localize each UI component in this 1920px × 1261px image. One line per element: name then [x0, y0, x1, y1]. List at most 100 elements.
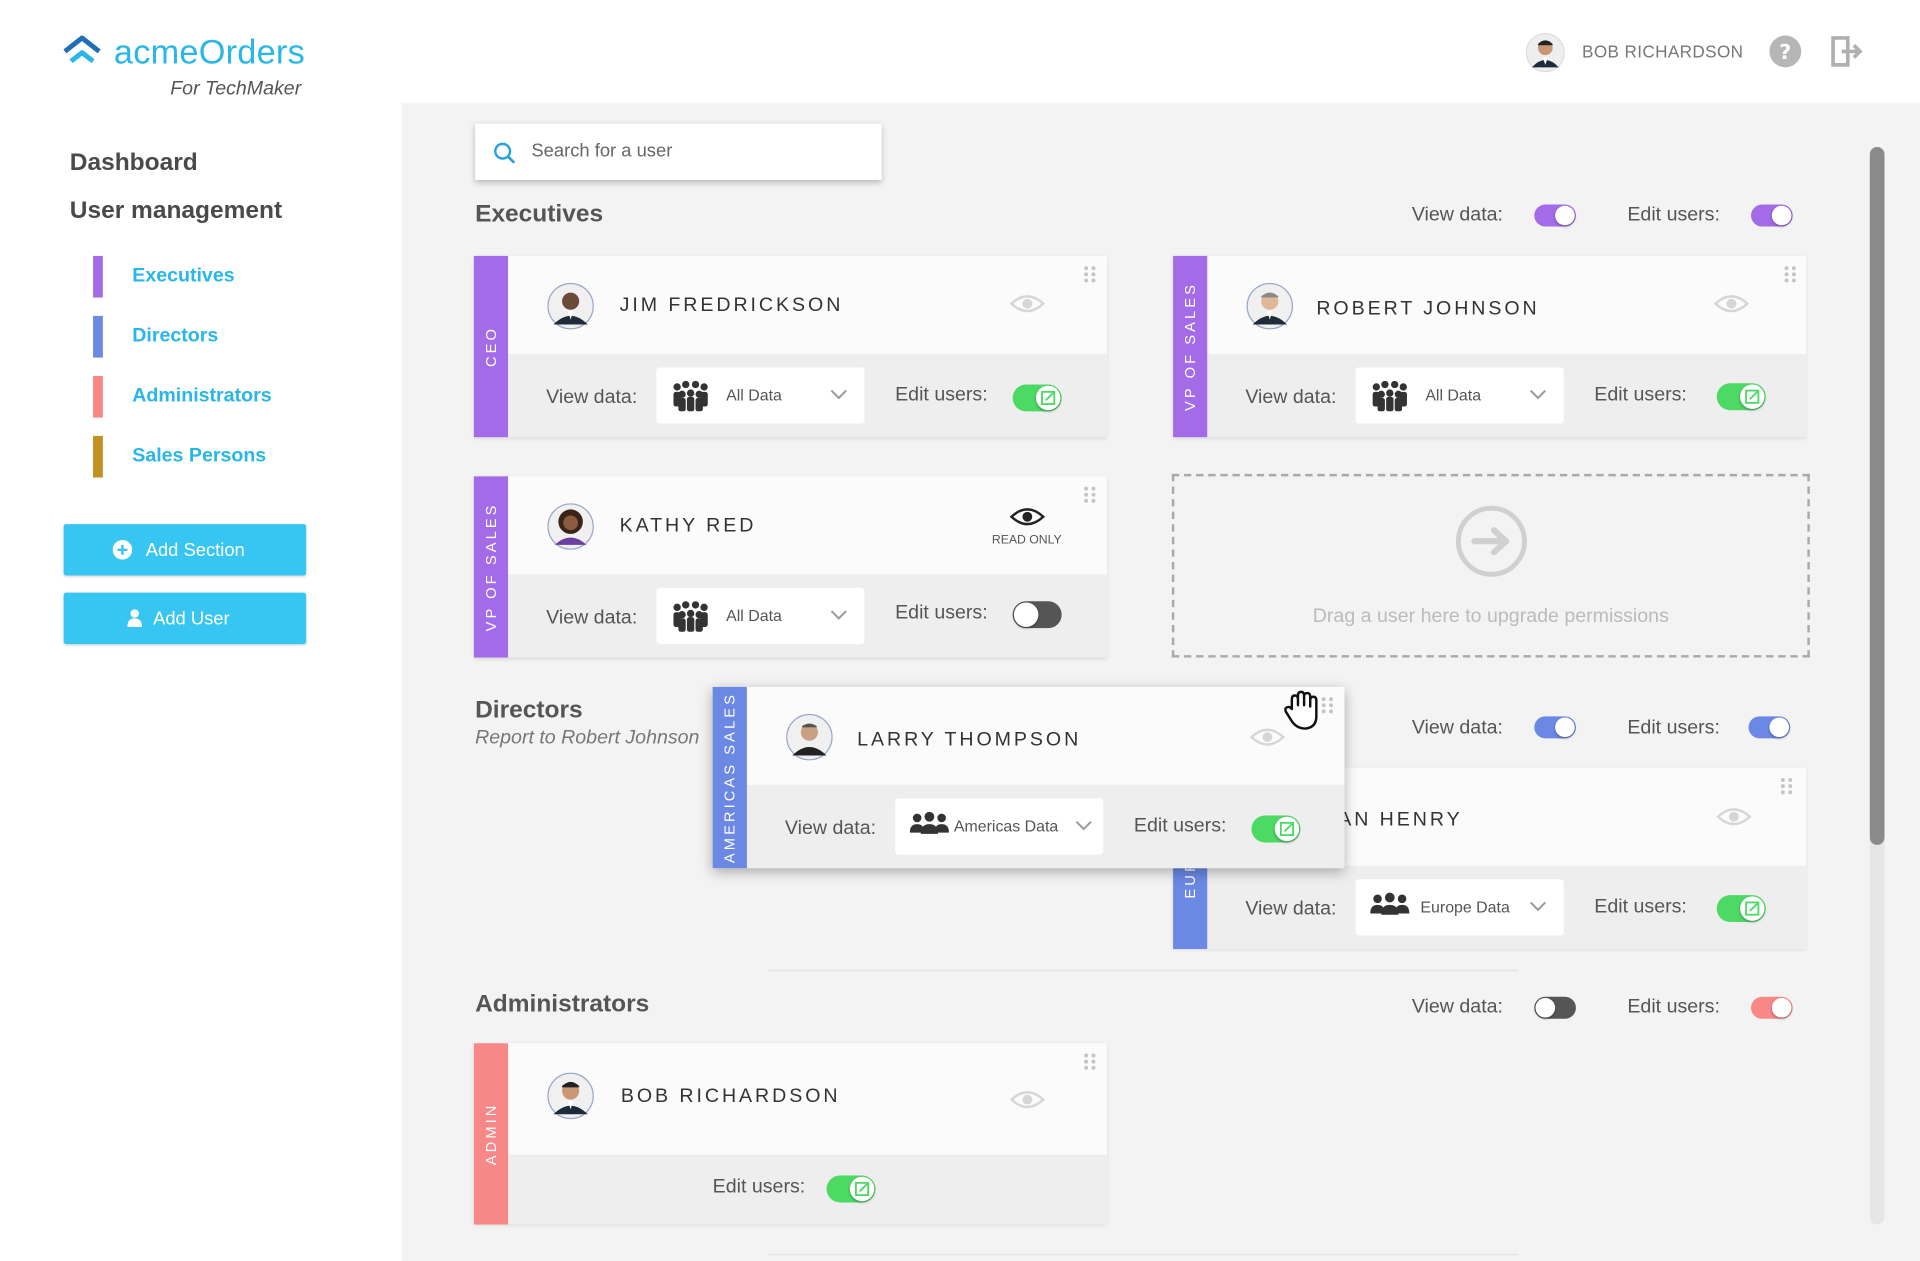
- view-data-dropdown[interactable]: Europe Data: [1355, 879, 1564, 936]
- sidebar-item-label: Executives: [132, 265, 235, 287]
- upgrade-drop-zone[interactable]: Drag a user here to upgrade permissions: [1171, 473, 1810, 658]
- scrollbar-thumb[interactable]: [1869, 146, 1885, 845]
- chevron-down-icon: [830, 610, 847, 620]
- chevron-down-icon: [830, 389, 847, 400]
- user-card-kathy-red[interactable]: VP OF SALES KATHY RED READ ONLY View dat…: [473, 476, 1107, 658]
- eye-icon[interactable]: [1009, 506, 1046, 528]
- section-view-data-label: View data:: [1411, 717, 1503, 739]
- section-color-bar: [93, 255, 103, 298]
- sidebar-item-label: Administrators: [132, 385, 272, 407]
- role-tag: VP OF SALES: [473, 476, 509, 658]
- directors-view-data-toggle[interactable]: [1534, 716, 1576, 739]
- view-data-value: Americas Data: [953, 816, 1059, 836]
- drag-handle-icon[interactable]: [1082, 1052, 1097, 1072]
- view-data-value: Europe Data: [1420, 897, 1510, 916]
- view-data-value: All Data: [726, 385, 782, 405]
- eye-icon[interactable]: [1713, 293, 1750, 315]
- view-data-value: All Data: [1425, 385, 1482, 405]
- sidebar-item-administrators[interactable]: Administrators: [93, 375, 387, 418]
- user-card-bob-richardson[interactable]: ADMIN BOB RICHARDSON Edit users:: [473, 1043, 1107, 1225]
- section-color-bar: [93, 435, 103, 478]
- drag-handle-icon[interactable]: [1082, 485, 1097, 505]
- edit-users-label: Edit users:: [1594, 896, 1687, 918]
- user-card-jim-fredrickson[interactable]: CEO JIM FREDRICKSON View data: All Data …: [473, 255, 1107, 438]
- section-title-directors: Directors: [475, 696, 583, 724]
- section-divider: [767, 969, 1519, 972]
- view-data-value: All Data: [726, 606, 782, 625]
- view-data-dropdown[interactable]: All Data: [1355, 367, 1564, 424]
- role-tag: ADMIN: [473, 1043, 509, 1225]
- sidebar-item-executives[interactable]: Executives: [93, 255, 387, 298]
- user-name[interactable]: BOB RICHARDSON: [1582, 42, 1743, 62]
- eye-icon[interactable]: [1716, 806, 1753, 828]
- view-data-label: View data:: [1245, 386, 1337, 408]
- section-divider: [767, 1253, 1519, 1256]
- sidebar-item-label: Directors: [132, 325, 219, 347]
- user-name: IAN HENRY: [1329, 809, 1463, 831]
- directors-edit-users-toggle[interactable]: [1748, 716, 1791, 739]
- edit-icon: [1279, 821, 1294, 837]
- edit-icon: [1745, 389, 1760, 404]
- administrators-edit-users-toggle[interactable]: [1751, 996, 1793, 1019]
- role-tag: AMERICAS SALES: [712, 686, 747, 869]
- avatar: [1246, 282, 1294, 330]
- executives-edit-users-toggle[interactable]: [1751, 204, 1793, 227]
- edit-users-toggle[interactable]: [826, 1175, 876, 1203]
- executives-view-data-toggle[interactable]: [1534, 204, 1576, 227]
- user-card-larry-thompson[interactable]: AMERICAS SALES LARRY THOMPSON View data:: [712, 686, 1345, 869]
- view-data-dropdown[interactable]: All Data: [656, 367, 865, 424]
- logo-icon: [63, 35, 101, 64]
- section-edit-users-label: Edit users:: [1627, 204, 1720, 226]
- search-icon: [494, 142, 516, 164]
- add-section-button[interactable]: Add Section: [63, 524, 307, 576]
- view-data-dropdown[interactable]: All Data: [656, 587, 865, 645]
- brand-name: acmeOrders: [113, 33, 305, 72]
- user-name: BOB RICHARDSON: [620, 1086, 841, 1107]
- user-name: ROBERT JOHNSON: [1316, 298, 1540, 320]
- administrators-view-data-toggle[interactable]: [1534, 996, 1576, 1019]
- group-icon: [673, 601, 708, 632]
- nav-user-management[interactable]: User management: [70, 197, 282, 225]
- edit-users-toggle[interactable]: [1251, 815, 1301, 843]
- question-circle-icon[interactable]: ?: [1768, 34, 1802, 68]
- eye-icon[interactable]: [1009, 1089, 1046, 1111]
- logout-icon[interactable]: [1829, 34, 1863, 68]
- role-tag: CEO: [473, 255, 509, 438]
- brand-subtitle: For TechMaker: [170, 78, 302, 100]
- drag-handle-icon[interactable]: [1783, 264, 1798, 284]
- user-avatar[interactable]: [1525, 33, 1565, 73]
- view-data-dropdown[interactable]: Americas Data: [895, 798, 1104, 855]
- user-card-robert-johnson[interactable]: VP OF SALES ROBERT JOHNSON View data: Al…: [1173, 255, 1807, 438]
- section-color-bar: [93, 375, 103, 418]
- section-title-executives: Executives: [475, 200, 604, 228]
- chevron-down-icon: [1529, 389, 1547, 400]
- eye-icon[interactable]: [1009, 293, 1046, 315]
- user-name: LARRY THOMPSON: [857, 729, 1082, 751]
- edit-users-toggle[interactable]: [1012, 601, 1062, 629]
- section-edit-users-label: Edit users:: [1627, 996, 1720, 1018]
- team-icon: [1370, 892, 1410, 915]
- drag-handle-icon[interactable]: [1779, 776, 1794, 796]
- avatar: [547, 503, 594, 550]
- edit-icon: [855, 1181, 870, 1197]
- avatar: [547, 282, 594, 330]
- edit-users-label: Edit users:: [1133, 815, 1227, 837]
- nav-dashboard[interactable]: Dashboard: [70, 149, 198, 177]
- chevron-down-icon: [1075, 820, 1092, 831]
- section-edit-users-label: Edit users:: [1627, 717, 1720, 739]
- edit-users-toggle[interactable]: [1716, 895, 1766, 923]
- section-title-administrators: Administrators: [475, 990, 650, 1018]
- add-section-label: Add Section: [145, 540, 245, 561]
- user-name: JIM FREDRICKSON: [619, 295, 844, 316]
- sidebar-item-sales-persons[interactable]: Sales Persons: [93, 435, 387, 478]
- search-box[interactable]: [475, 123, 882, 181]
- edit-users-toggle[interactable]: [1716, 383, 1766, 411]
- sidebar-item-directors[interactable]: Directors: [93, 315, 387, 358]
- add-user-button[interactable]: Add User: [63, 592, 307, 645]
- view-data-label: View data:: [546, 607, 638, 629]
- search-input[interactable]: [528, 139, 865, 163]
- edit-users-label: Edit users:: [712, 1176, 806, 1198]
- section-view-data-label: View data:: [1411, 996, 1503, 1018]
- drag-handle-icon[interactable]: [1082, 264, 1097, 284]
- edit-users-toggle[interactable]: [1012, 384, 1062, 412]
